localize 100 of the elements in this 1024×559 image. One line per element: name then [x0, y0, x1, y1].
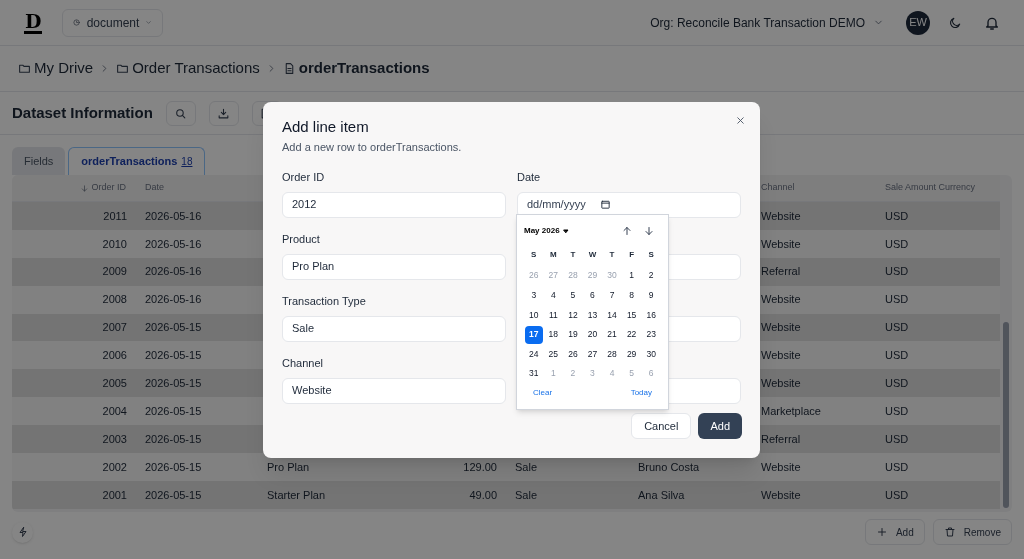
calendar-day[interactable]: 26 — [563, 345, 582, 364]
calendar-day[interactable]: 9 — [642, 286, 661, 305]
weekday-label: S — [530, 249, 538, 261]
calendar-day[interactable]: 15 — [622, 306, 641, 324]
table-cell-text: Website — [760, 376, 802, 392]
calendar-day[interactable]: 1 — [622, 266, 641, 285]
tab[interactable]: orderTransactions 18 — [68, 147, 206, 175]
table-cell-text: 2010 — [101, 236, 128, 252]
scrollbar-thumb[interactable] — [1003, 322, 1009, 508]
calendar-day[interactable]: 18 — [544, 325, 563, 344]
dialog-title: Add line item — [282, 118, 370, 136]
table-cell-text: USD — [884, 236, 910, 252]
calendar-day[interactable]: 20 — [583, 325, 602, 344]
field-label: Date — [517, 169, 542, 185]
calendar-day[interactable]: 16 — [642, 306, 661, 324]
toolbar-button[interactable] — [208, 100, 239, 126]
table-cell-text: 2026-05-15 — [144, 459, 203, 475]
plus-icon — [875, 526, 888, 538]
table-cell-text: USD — [884, 431, 910, 447]
calendar-day[interactable]: 5 — [563, 286, 582, 305]
calendar-day[interactable]: 11 — [544, 306, 563, 324]
close-icon[interactable] — [735, 115, 746, 126]
calendar-day[interactable]: 8 — [622, 286, 641, 305]
avatar[interactable]: EW — [906, 10, 930, 35]
moon-icon[interactable] — [948, 15, 962, 30]
arrow-down-icon[interactable] — [643, 225, 655, 237]
table-cell-text: USD — [884, 292, 910, 308]
table-cell-text: 2026-05-16 — [144, 236, 203, 252]
toolbar-button[interactable] — [165, 100, 196, 126]
table-cell-text: Sale — [514, 459, 539, 475]
document-dropdown[interactable]: document — [62, 8, 164, 37]
calendar-icon[interactable] — [599, 199, 611, 210]
table-cell-text: USD — [884, 487, 910, 503]
calendar-day[interactable]: 14 — [603, 306, 622, 324]
input-field[interactable]: Website — [282, 377, 506, 404]
section-title: Dataset Information — [12, 102, 153, 123]
clear-link[interactable]: Clear — [533, 386, 553, 399]
weekday-label: W — [587, 249, 598, 261]
table-cell-text: USD — [884, 320, 910, 336]
table-cell-text: 2003 — [101, 431, 128, 447]
arrow-up-icon[interactable] — [621, 225, 633, 237]
trash-icon — [943, 526, 956, 538]
add-button[interactable]: Add — [698, 413, 742, 439]
calendar-day[interactable]: 3 — [524, 286, 543, 305]
calendar-day[interactable]: 2 — [642, 266, 661, 285]
calendar-day[interactable]: 31 — [524, 364, 543, 383]
table-cell-text: Bruno Costa — [637, 459, 701, 475]
input-field[interactable]: Sale — [282, 315, 506, 342]
quick-action-button[interactable] — [12, 521, 33, 543]
remove-button[interactable]: Remove — [932, 519, 1012, 545]
table-cell-text: 2008 — [101, 292, 128, 308]
breadcrumb-link[interactable]: My Drive — [34, 57, 94, 80]
calendar-day[interactable]: 13 — [583, 306, 602, 324]
table-cell-text: Website — [760, 459, 802, 475]
calendar-day[interactable]: 7 — [603, 286, 622, 305]
calendar-day[interactable]: 4 — [544, 286, 563, 305]
table-cell-text: 49.00 — [468, 487, 498, 503]
table-cell-text: 2005 — [101, 376, 128, 392]
logo[interactable]: D — [24, 11, 43, 34]
search-icon — [174, 106, 188, 120]
breadcrumb-link[interactable]: Order Transactions — [132, 57, 260, 80]
date-field[interactable]: dd/mm/yyyy — [517, 191, 741, 218]
table-cell-text: 129.00 — [462, 459, 498, 475]
table-cell-text: 2007 — [101, 320, 128, 336]
calendar-day[interactable]: 29 — [622, 345, 641, 364]
table-cell-text: 2026-05-16 — [144, 292, 203, 308]
table-cell-text: Ana Silva — [637, 487, 686, 503]
add-button[interactable]: Add — [864, 519, 925, 545]
field-label: Product — [282, 231, 321, 247]
cancel-button[interactable]: Cancel — [631, 413, 692, 439]
calendar-day[interactable]: 30 — [642, 345, 661, 364]
calendar-day[interactable]: 10 — [524, 306, 543, 324]
table-cell-text: 2011 — [102, 208, 128, 224]
calendar-day[interactable]: 28 — [603, 345, 622, 364]
table-cell-text: 2002 — [101, 459, 128, 475]
calendar-day[interactable]: 27 — [583, 345, 602, 364]
caret-icon — [562, 228, 569, 234]
table-cell-text: Website — [760, 236, 802, 252]
table-cell-text: 2026-05-15 — [144, 376, 203, 392]
field-label: Channel — [282, 355, 324, 371]
input-field[interactable]: Pro Plan — [282, 253, 506, 280]
table-cell-text: USD — [884, 208, 910, 224]
table-cell-text: 2006 — [101, 348, 128, 364]
table-cell-text: 2004 — [101, 403, 128, 419]
today-link[interactable]: Today — [630, 386, 652, 399]
calendar-day[interactable]: 21 — [603, 325, 622, 344]
calendar-day[interactable]: 19 — [563, 325, 582, 344]
calendar-day[interactable]: 25 — [544, 345, 563, 364]
month-dropdown[interactable]: May 2026 — [524, 225, 569, 237]
calendar-day[interactable]: 24 — [524, 345, 543, 364]
breadcrumb-link[interactable]: orderTransactions — [298, 57, 430, 80]
org-dropdown[interactable]: Org: Reconcile Bank Transaction DEMO — [650, 13, 884, 32]
calendar-day[interactable]: 17 — [524, 325, 543, 344]
table-cell-text: 2026-05-16 — [144, 208, 203, 224]
input-field[interactable]: 2012 — [282, 191, 506, 218]
calendar-day[interactable]: 23 — [642, 325, 661, 344]
calendar-day[interactable]: 6 — [583, 286, 602, 305]
calendar-day[interactable]: 12 — [563, 306, 582, 324]
weekday-label: S — [647, 249, 655, 261]
calendar-day[interactable]: 22 — [622, 325, 641, 344]
